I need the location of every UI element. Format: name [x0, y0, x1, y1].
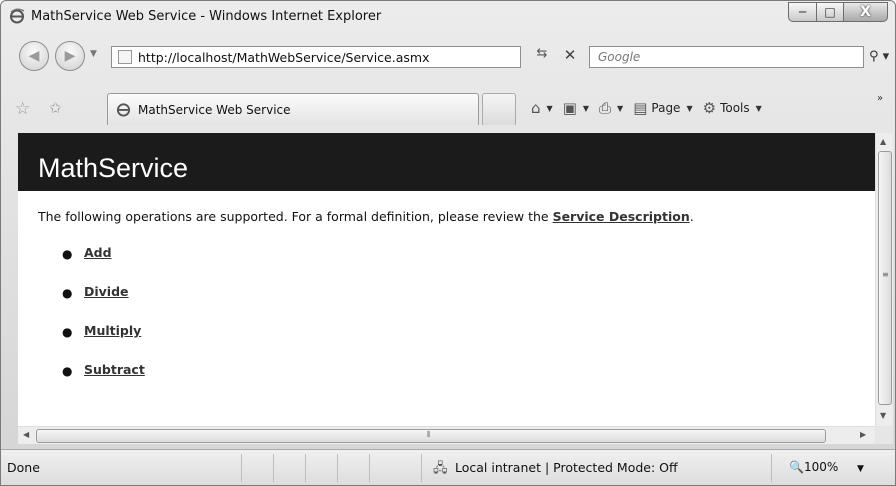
security-zone-label[interactable]: Local intranet | Protected Mode: Off [455, 460, 678, 475]
vertical-scroll-thumb[interactable]: ≡ [878, 151, 892, 405]
zoom-dropdown-icon[interactable]: ▼ [857, 464, 864, 474]
page-dropdown[interactable]: ▼ [686, 104, 692, 113]
maximize-icon: □ [824, 5, 836, 19]
page-menu-button[interactable]: Page [651, 101, 680, 115]
forward-arrow-icon: ▶ [64, 48, 76, 64]
intro-text: The following operations are supported. … [38, 209, 694, 224]
recent-pages-dropdown[interactable]: ▼ [90, 49, 97, 59]
gear-icon: ⚙ [702, 99, 717, 117]
title-bar: MathService Web Service - Windows Intern… [1, 1, 895, 31]
url-input[interactable]: http://localhost/MathWebService/Service.… [138, 50, 429, 65]
list-item: ● Multiply [62, 323, 142, 339]
feeds-dropdown[interactable]: ▼ [583, 104, 589, 113]
stop-icon[interactable]: ✕ [559, 46, 581, 68]
scroll-down-icon[interactable]: ▼ [880, 411, 886, 420]
maximize-button[interactable]: □ [816, 2, 843, 22]
operation-multiply-link[interactable]: Multiply [84, 323, 141, 338]
list-item: ● Divide [62, 284, 129, 300]
close-button[interactable]: X [843, 2, 888, 22]
tab-label: MathService Web Service [138, 103, 291, 117]
browser-window: MathService Web Service - Windows Intern… [0, 0, 896, 486]
scroll-up-icon[interactable]: ▲ [880, 137, 886, 146]
zoom-icon: 🔍 [789, 460, 804, 474]
print-icon[interactable]: ⎙ [599, 99, 611, 117]
intranet-zone-icon: 🖧 [433, 461, 448, 476]
scroll-right-icon[interactable]: ▶ [860, 430, 866, 439]
service-description-link[interactable]: Service Description [553, 209, 690, 224]
page-icon: ▤ [633, 99, 648, 117]
tools-menu-button[interactable]: Tools [720, 101, 750, 115]
scrollbar-corner [875, 426, 893, 444]
search-icon[interactable]: ⚲ ▾ [869, 49, 889, 64]
ie-tab-icon [116, 103, 131, 117]
minimize-button[interactable]: ─ [788, 2, 816, 22]
operation-add-link[interactable]: Add [84, 245, 112, 260]
address-bar[interactable]: http://localhost/MathWebService/Service.… [111, 46, 619, 70]
operation-subtract-link[interactable]: Subtract [84, 362, 145, 377]
home-dropdown[interactable]: ▼ [547, 104, 553, 113]
scroll-left-icon[interactable]: ◀ [23, 430, 29, 439]
page-heading-banner: MathService [18, 133, 875, 191]
refresh-icon[interactable]: ⇆ [531, 46, 553, 68]
operation-divide-link[interactable]: Divide [84, 284, 129, 299]
status-bar: Done 🖧 Local intranet | Protected Mode: … [1, 449, 895, 485]
operations-list: ● Add ● Divide ● Multiply ● Subtract [62, 245, 145, 401]
new-tab-button[interactable] [482, 93, 516, 125]
ie-logo-icon [10, 8, 25, 24]
page-content: MathService The following operations are… [18, 133, 875, 426]
home-icon[interactable]: ⌂ [531, 99, 541, 117]
tab-mathservice[interactable]: MathService Web Service [107, 93, 479, 125]
zoom-level[interactable]: 🔍100% [789, 460, 838, 474]
search-input[interactable]: Google [598, 50, 640, 64]
tools-dropdown[interactable]: ▼ [756, 104, 762, 113]
back-button[interactable]: ◀ [19, 41, 49, 71]
window-controls: ─ □ X [788, 2, 888, 22]
horizontal-scrollbar[interactable]: ◀ ⦀ ▶ [18, 426, 875, 444]
search-box[interactable]: Google [589, 46, 864, 68]
chevron-overflow-icon[interactable]: » [877, 93, 883, 104]
list-item: ● Subtract [62, 362, 145, 378]
list-item: ● Add [62, 245, 112, 261]
grip-icon: ⦀ [427, 430, 431, 439]
navigation-bar: ◀ ▶ ▼ http://localhost/MathWebService/Se… [1, 37, 895, 77]
back-arrow-icon: ◀ [28, 48, 40, 64]
command-bar: ⌂ ▼ ▣ ▼ ⎙ ▼ ▤ Page ▼ ⚙ Tools ▼ [531, 99, 768, 117]
forward-button[interactable]: ▶ [55, 41, 85, 71]
vertical-scrollbar[interactable]: ▲ ≡ ▼ [875, 133, 893, 426]
print-dropdown[interactable]: ▼ [617, 104, 623, 113]
minimize-icon: ─ [798, 5, 807, 19]
close-icon: X [860, 4, 871, 20]
page-icon [118, 50, 132, 64]
feeds-icon[interactable]: ▣ [563, 99, 577, 117]
grip-icon: ≡ [882, 270, 889, 279]
tab-bar: ☆ ✩ MathService Web Service ⌂ ▼ ▣ ▼ ⎙ ▼ ▤ P… [1, 87, 895, 131]
favorites-star-icon[interactable]: ☆ [15, 99, 30, 119]
status-text: Done [7, 460, 40, 475]
window-title: MathService Web Service - Windows Intern… [31, 9, 382, 24]
horizontal-scroll-thumb[interactable]: ⦀ [36, 429, 826, 443]
add-favorites-icon[interactable]: ✩ [49, 99, 62, 117]
page-title: MathService [38, 153, 189, 183]
